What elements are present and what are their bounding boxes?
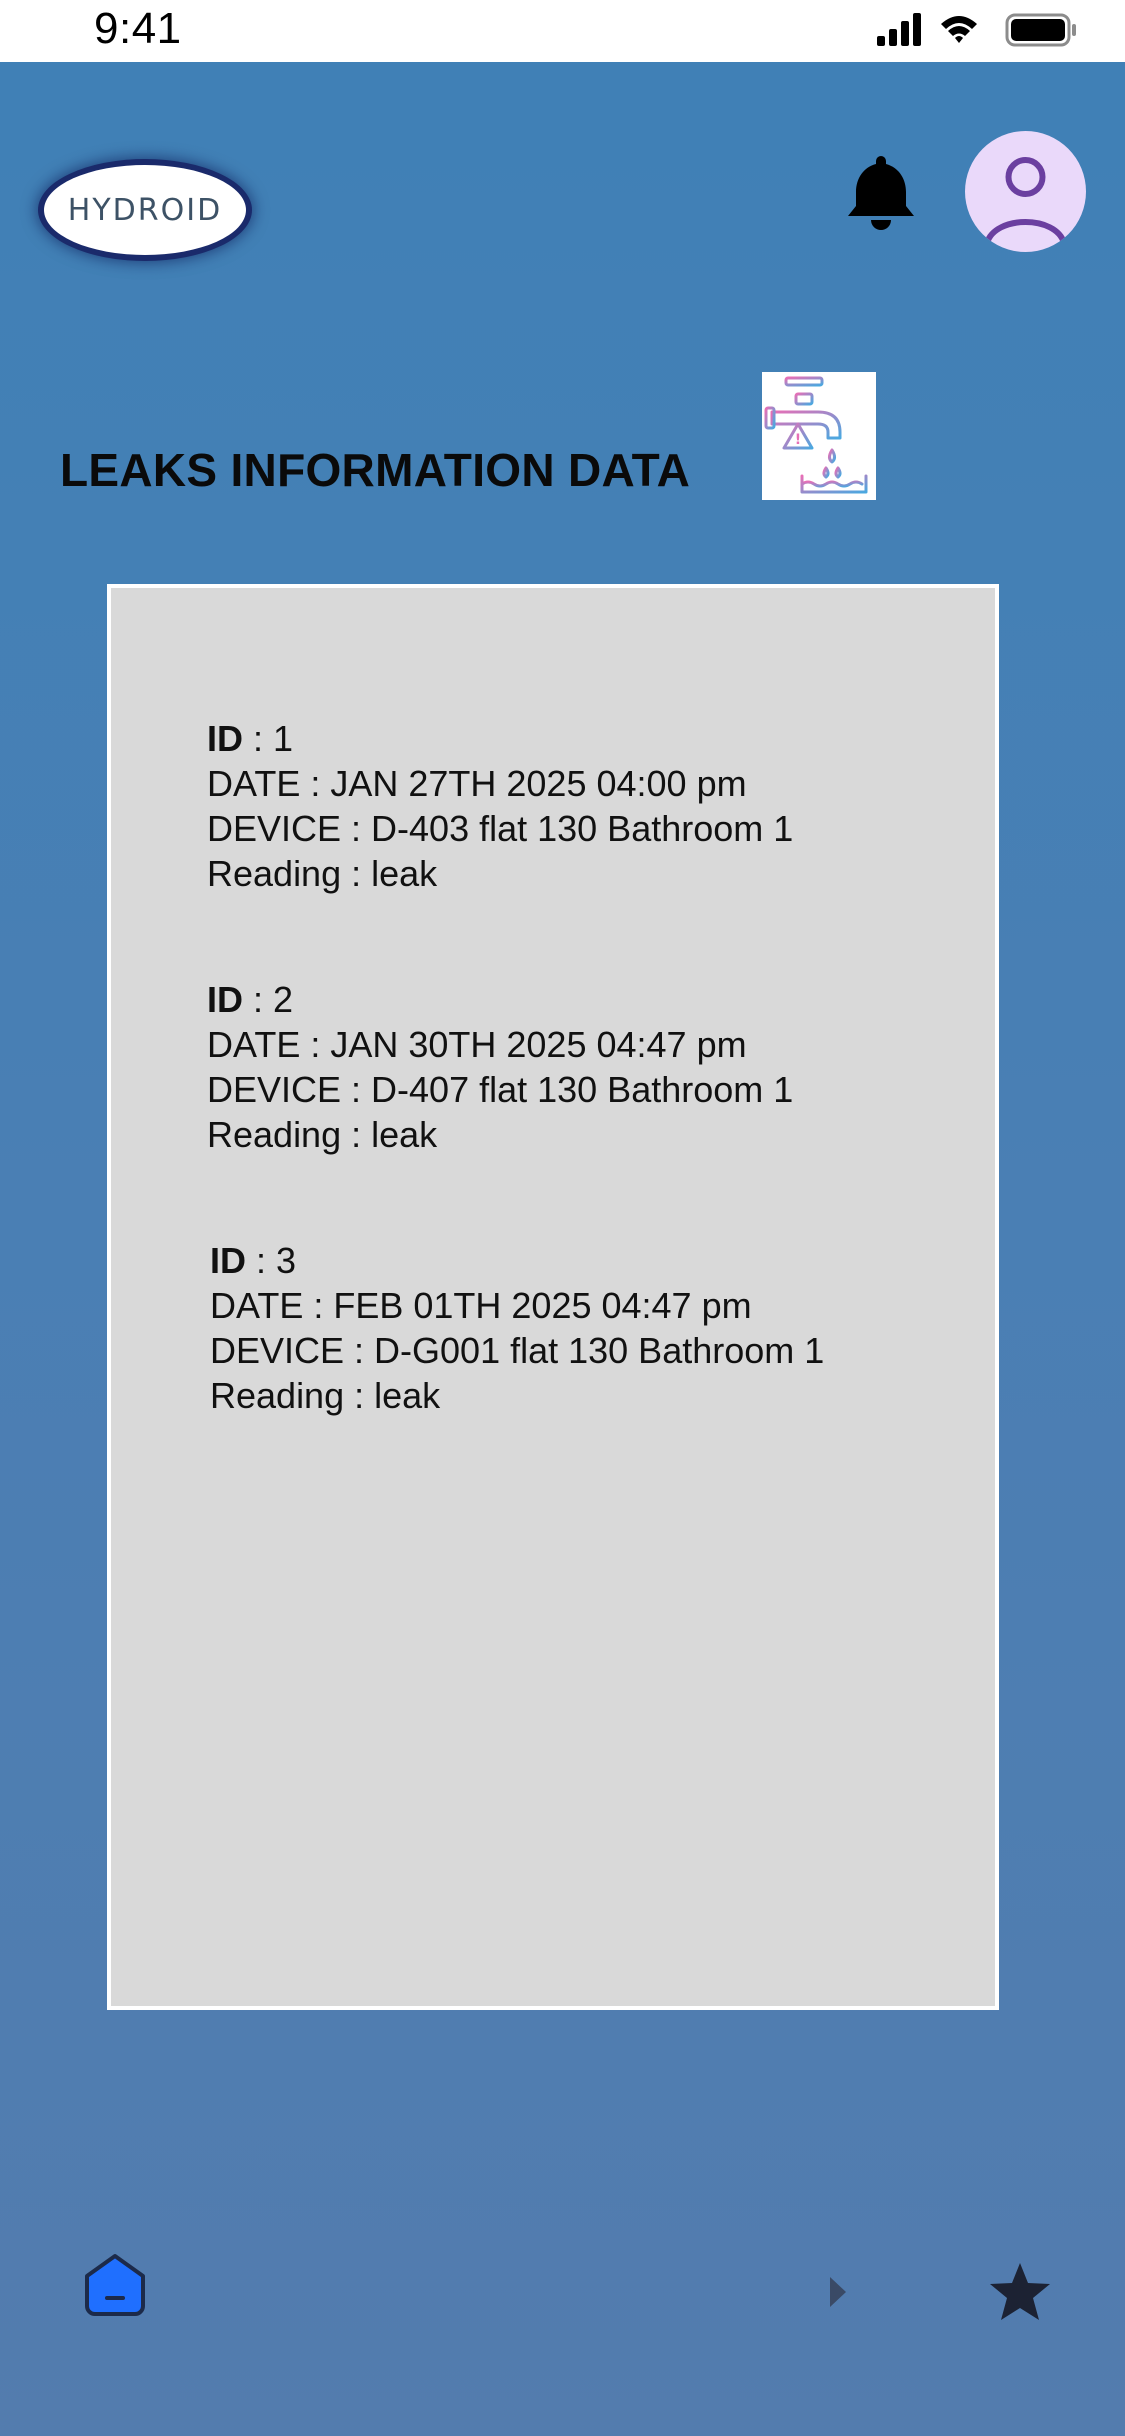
page-title: LEAKS INFORMATION DATA [60,444,691,496]
leak-record-3[interactable]: ID : 3 DATE : FEB 01TH 2025 04:47 pm DEV… [210,1238,824,1418]
record-reading: Reading : leak [207,1114,438,1155]
record-reading: Reading : leak [210,1375,441,1416]
record-id-value: : 1 [243,718,294,759]
leak-record-1[interactable]: ID : 1 DATE : JAN 27TH 2025 04:00 pm DEV… [207,716,793,896]
user-avatar-icon [984,157,1067,246]
leaks-card: ID : 1 DATE : JAN 27TH 2025 04:00 pm DEV… [107,584,999,2010]
home-icon[interactable] [82,2252,148,2318]
bell-icon[interactable] [840,150,922,232]
record-device: DEVICE : D-G001 flat 130 Bathroom 1 [210,1330,825,1371]
play-arrow-icon[interactable] [828,2275,848,2309]
record-date: DATE : JAN 27TH 2025 04:00 pm [207,763,747,804]
star-icon[interactable] [988,2260,1052,2324]
record-reading: Reading : leak [207,853,438,894]
record-id-label: ID [207,718,243,759]
record-id-label: ID [207,979,243,1020]
record-id-label: ID [210,1240,246,1281]
battery-icon [1005,13,1076,47]
record-device: DEVICE : D-403 flat 130 Bathroom 1 [207,808,794,849]
record-date: DATE : FEB 01TH 2025 04:47 pm [210,1285,752,1326]
record-id-value: : 3 [246,1240,297,1281]
record-id-value: : 2 [243,979,294,1020]
leaking-faucet-warning-icon: ! [764,376,868,494]
svg-text:!: ! [795,432,801,448]
cellular-signal-icon [877,13,921,46]
leak-record-2[interactable]: ID : 2 DATE : JAN 30TH 2025 04:47 pm DEV… [207,977,793,1157]
leak-illustration: ! [762,372,876,500]
wifi-icon [941,16,977,43]
status-icons [877,13,1076,47]
record-date: DATE : JAN 30TH 2025 04:47 pm [207,1024,747,1065]
status-time: 9:41 [94,4,182,53]
record-device: DEVICE : D-407 flat 130 Bathroom 1 [207,1069,794,1110]
status-bar: 9:41 [0,0,1125,62]
user-avatar[interactable] [965,131,1086,252]
logo-text: HYDROID [67,192,223,228]
hydroid-logo[interactable]: HYDROID [44,165,246,255]
